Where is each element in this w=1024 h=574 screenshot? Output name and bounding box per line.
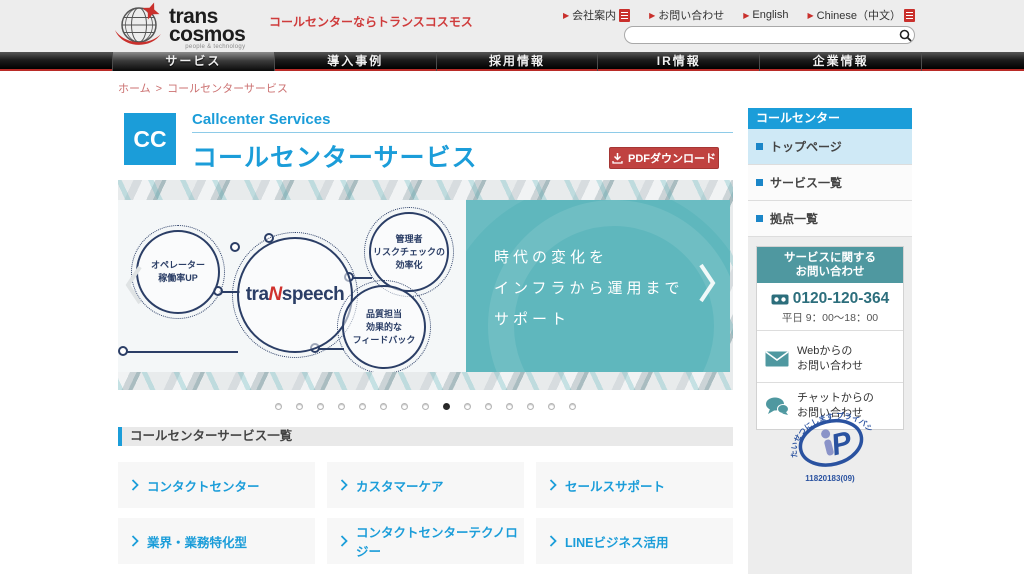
carousel-dot[interactable] bbox=[401, 403, 408, 410]
cc-badge: CC bbox=[124, 113, 176, 165]
carousel-dot[interactable] bbox=[485, 403, 492, 410]
phone-number[interactable]: 0120-120-364 bbox=[793, 290, 890, 308]
slide-message-panel: 時代の変化を インフラから運用まで サポート bbox=[466, 200, 730, 372]
slide-message: 時代の変化を インフラから運用まで サポート bbox=[494, 242, 684, 335]
site-tagline: コールセンターならトランスコスモス bbox=[269, 13, 473, 30]
link-company-info[interactable]: ▶ 会社案内 bbox=[563, 7, 630, 23]
carousel-prev-icon[interactable] bbox=[124, 264, 144, 311]
carousel-dot[interactable] bbox=[275, 403, 282, 410]
service-contact-center[interactable]: コンタクトセンター bbox=[118, 462, 315, 508]
service-list: コンタクトセンター カスタマーケア セールスサポート 業界・業務特化型 コンタク… bbox=[118, 462, 733, 564]
service-line-business[interactable]: LINEビジネス活用 bbox=[536, 518, 733, 564]
link-english[interactable]: ▶ English bbox=[743, 9, 788, 21]
transcosmos-logo[interactable]: trans cosmos people & technology bbox=[112, 1, 245, 56]
hero-title-en: Callcenter Services bbox=[192, 111, 733, 133]
service-sales-support[interactable]: セールスサポート bbox=[536, 462, 733, 508]
business-hours: 平日 9：00～18：00 bbox=[757, 310, 903, 331]
square-bullet-icon bbox=[756, 215, 763, 222]
arrow-icon: ▶ bbox=[563, 11, 569, 20]
pdf-download-button[interactable]: PDFダウンロード bbox=[609, 147, 719, 169]
chevron-right-icon bbox=[340, 479, 348, 491]
svg-text:P: P bbox=[828, 425, 856, 462]
nav-recruit[interactable]: 採用情報 bbox=[436, 52, 598, 71]
breadcrumb: ホーム > コールセンターサービス bbox=[118, 80, 288, 96]
link-contact[interactable]: ▶ お問い合わせ bbox=[649, 7, 724, 23]
carousel-dot[interactable] bbox=[527, 403, 534, 410]
breadcrumb-separator: > bbox=[156, 83, 162, 95]
chevron-right-icon bbox=[131, 535, 139, 547]
envelope-icon bbox=[765, 351, 789, 367]
carousel-dots bbox=[118, 403, 733, 410]
carousel-dot[interactable] bbox=[380, 403, 387, 410]
square-bullet-icon bbox=[756, 179, 763, 186]
carousel-dot[interactable] bbox=[443, 403, 450, 410]
nav-case-studies[interactable]: 導入事例 bbox=[274, 52, 436, 71]
sidebar-item-top-page[interactable]: トップページ bbox=[748, 129, 912, 165]
utility-links: ▶ 会社案内 ▶ お問い合わせ ▶ English ▶ Chinese（中文） bbox=[563, 7, 915, 23]
carousel-dot[interactable] bbox=[422, 403, 429, 410]
service-contact-center-technology[interactable]: コンタクトセンターテクノロジー bbox=[327, 518, 524, 564]
logo-wordmark: trans cosmos people & technology bbox=[169, 8, 245, 50]
chevron-right-icon bbox=[340, 535, 348, 547]
page-hero: CC Callcenter Services コールセンターサービス PDFダウ… bbox=[118, 105, 733, 180]
carousel-dot[interactable] bbox=[338, 403, 345, 410]
nav-services[interactable]: サービス bbox=[112, 52, 274, 71]
pdf-icon bbox=[904, 9, 915, 22]
search-icon[interactable] bbox=[896, 27, 914, 43]
link-chinese[interactable]: ▶ Chinese（中文） bbox=[807, 7, 915, 23]
carousel-dot[interactable] bbox=[296, 403, 303, 410]
chevron-right-icon bbox=[549, 535, 557, 547]
chevron-right-icon bbox=[549, 479, 557, 491]
section-title: コールセンターサービス一覧 bbox=[118, 427, 733, 446]
sidebar: コールセンター トップページ サービス一覧 拠点一覧 サービスに関する お問い合… bbox=[748, 108, 912, 574]
globe-icon bbox=[112, 1, 164, 56]
chevron-right-icon bbox=[131, 479, 139, 491]
carousel-next-icon[interactable] bbox=[697, 262, 717, 309]
bubble-quality: 品質担当 効果的な フィードバック bbox=[342, 285, 426, 369]
sidebar-item-service-list[interactable]: サービス一覧 bbox=[748, 165, 912, 201]
sidebar-item-locations[interactable]: 拠点一覧 bbox=[748, 201, 912, 237]
pdf-icon bbox=[619, 9, 630, 22]
arrow-icon: ▶ bbox=[743, 11, 749, 20]
arrow-icon: ▶ bbox=[807, 11, 813, 20]
carousel-dot[interactable] bbox=[569, 403, 576, 410]
carousel-dot[interactable] bbox=[317, 403, 324, 410]
bubble-operator: オペレーター 稼働率UP bbox=[136, 230, 220, 314]
carousel-dot[interactable] bbox=[548, 403, 555, 410]
privacy-mark[interactable]: たいせつにします プライバシー P 11820183(09) bbox=[780, 401, 880, 483]
breadcrumb-current: コールセンターサービス bbox=[167, 83, 288, 95]
transpeech-logo-bubble: traNspeech bbox=[237, 237, 353, 353]
carousel-dot[interactable] bbox=[506, 403, 513, 410]
nav-ir[interactable]: IR情報 bbox=[597, 52, 759, 71]
contact-box-header: サービスに関する お問い合わせ bbox=[757, 247, 903, 283]
sidebar-title: コールセンター bbox=[748, 108, 912, 129]
web-inquiry-link[interactable]: Webからの お問い合わせ bbox=[757, 336, 903, 383]
carousel-dot[interactable] bbox=[464, 403, 471, 410]
search-bar bbox=[624, 26, 915, 44]
carousel-dot[interactable] bbox=[359, 403, 366, 410]
privacy-mark-number: 11820183(09) bbox=[780, 474, 880, 483]
carousel-slide[interactable]: traNspeech オペレーター 稼働率UP 管理者 リスクチェックの 効率化… bbox=[118, 180, 733, 390]
phone-block: 0120-120-364 平日 9：00～18：00 bbox=[757, 283, 903, 336]
nav-corporate[interactable]: 企業情報 bbox=[759, 52, 922, 71]
arrow-icon: ▶ bbox=[649, 11, 655, 20]
free-dial-icon bbox=[771, 294, 789, 305]
breadcrumb-home[interactable]: ホーム bbox=[118, 83, 151, 95]
search-input[interactable] bbox=[625, 28, 896, 42]
download-icon bbox=[612, 153, 623, 164]
service-industry-specialized[interactable]: 業界・業務特化型 bbox=[118, 518, 315, 564]
top-header: trans cosmos people & technology コールセンター… bbox=[0, 0, 1024, 52]
service-customer-care[interactable]: カスタマーケア bbox=[327, 462, 524, 508]
main-navigation: サービス 導入事例 採用情報 IR情報 企業情報 bbox=[0, 52, 1024, 71]
square-bullet-icon bbox=[756, 143, 763, 150]
